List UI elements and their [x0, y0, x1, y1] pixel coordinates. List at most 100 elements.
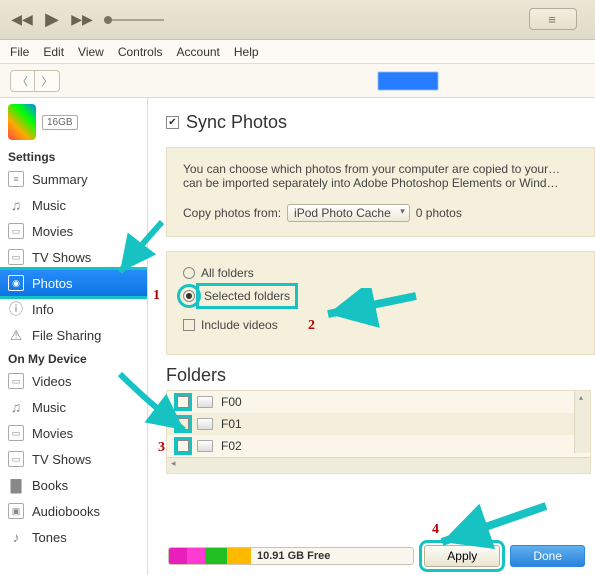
sidebar-item-filesharing[interactable]: ⚠ File Sharing — [0, 322, 147, 348]
storage-segment — [169, 548, 187, 564]
info-icon: ⓘ — [8, 301, 24, 317]
music-icon: ♫ — [8, 197, 24, 213]
nav-back-button[interactable]: 〈 — [11, 71, 35, 91]
prev-track-button[interactable]: ◀◀ — [12, 10, 32, 30]
sidebar-item-info[interactable]: ⓘ Info — [0, 296, 147, 322]
sidebar-heading-device: On My Device — [0, 348, 147, 368]
device-name-redacted — [378, 72, 438, 90]
nav-forward-button[interactable]: 〉 — [35, 71, 59, 91]
sidebar-item-movies[interactable]: ▭ Movies — [0, 218, 147, 244]
folder-checkbox[interactable] — [177, 418, 189, 430]
device-icon — [8, 104, 36, 140]
vertical-scrollbar[interactable] — [574, 391, 590, 453]
music-icon: ♫ — [8, 399, 24, 415]
radio-all-folders[interactable] — [183, 267, 195, 279]
folder-icon — [197, 418, 213, 430]
menu-file[interactable]: File — [10, 45, 29, 59]
storage-free-label: 10.91 GB Free — [251, 550, 336, 562]
filesharing-icon: ⚠ — [8, 327, 24, 343]
sidebar-item-audiobooks[interactable]: ▣ Audiobooks — [0, 498, 147, 524]
sidebar-item-photos[interactable]: ◉ Photos — [0, 270, 147, 296]
folder-checkbox[interactable] — [177, 396, 189, 408]
sidebar-item-label: Books — [32, 478, 68, 493]
videos-icon: ▭ — [8, 373, 24, 389]
sidebar-item-label: Music — [32, 198, 66, 213]
annotation-4: 4 — [432, 522, 439, 538]
sidebar-item-label: Info — [32, 302, 54, 317]
description-panel: You can choose which photos from your co… — [166, 147, 595, 237]
sidebar-item-label: Videos — [32, 374, 72, 389]
folder-checkbox[interactable] — [177, 440, 189, 452]
sidebar-item-label: Tones — [32, 530, 67, 545]
annotation-2: 2 — [308, 318, 315, 334]
sidebar-item-label: Audiobooks — [32, 504, 100, 519]
next-track-button[interactable]: ▶▶ — [72, 10, 92, 30]
storage-segment — [205, 548, 227, 564]
summary-icon: ≡ — [8, 171, 24, 187]
sidebar-item-d-music[interactable]: ♫ Music — [0, 394, 147, 420]
sidebar-item-label: Movies — [32, 224, 73, 239]
audiobooks-icon: ▣ — [8, 503, 24, 519]
books-icon: ▇ — [8, 477, 24, 493]
folder-label: F01 — [221, 417, 242, 431]
sidebar-heading-settings: Settings — [0, 146, 147, 166]
annotation-3: 3 — [158, 440, 165, 456]
done-button[interactable]: Done — [510, 545, 585, 567]
sidebar-item-label: Music — [32, 400, 66, 415]
description-text: You can choose which photos from your co… — [183, 162, 578, 190]
movies-icon: ▭ — [8, 425, 24, 441]
sidebar-item-d-tvshows[interactable]: ▭ TV Shows — [0, 446, 147, 472]
folder-icon — [197, 440, 213, 452]
movies-icon: ▭ — [8, 223, 24, 239]
sidebar-item-label: TV Shows — [32, 250, 91, 265]
sync-photos-checkbox[interactable]: ✔ — [166, 116, 179, 129]
folder-label: F02 — [221, 439, 242, 453]
radio-all-label: All folders — [201, 266, 254, 280]
annotation-1: 1 — [153, 288, 160, 304]
menu-view[interactable]: View — [78, 45, 104, 59]
storage-bar: 10.91 GB Free — [168, 547, 414, 565]
apply-button[interactable]: Apply — [424, 545, 500, 567]
copy-from-select[interactable]: iPod Photo Cache — [287, 204, 410, 222]
tvshows-icon: ▭ — [8, 249, 24, 265]
folder-row[interactable]: F00 — [167, 391, 590, 413]
sidebar-item-tones[interactable]: ♪ Tones — [0, 524, 147, 550]
sidebar-item-tvshows[interactable]: ▭ TV Shows — [0, 244, 147, 270]
device-thumbnail: 16GB — [0, 98, 147, 146]
sidebar-item-label: Movies — [32, 426, 73, 441]
menu-account[interactable]: Account — [177, 45, 220, 59]
storage-segment — [227, 548, 251, 564]
radio-selected-label: Selected folders — [201, 288, 293, 304]
horizontal-scrollbar[interactable] — [167, 457, 590, 473]
folders-heading: Folders — [166, 365, 595, 386]
radio-selected-folders[interactable] — [183, 290, 195, 302]
capacity-badge: 16GB — [42, 115, 78, 130]
sync-photos-heading: Sync Photos — [186, 112, 287, 133]
sidebar-item-music[interactable]: ♫ Music — [0, 192, 147, 218]
sidebar-item-videos[interactable]: ▭ Videos — [0, 368, 147, 394]
view-switcher-button[interactable]: ≡ — [529, 8, 577, 30]
menu-controls[interactable]: Controls — [118, 45, 163, 59]
volume-slider[interactable] — [104, 19, 164, 21]
sidebar-item-label: TV Shows — [32, 452, 91, 467]
sidebar-item-books[interactable]: ▇ Books — [0, 472, 147, 498]
sidebar-item-label: Photos — [32, 276, 72, 291]
include-videos-label: Include videos — [201, 318, 278, 332]
include-videos-checkbox[interactable] — [183, 319, 195, 331]
sidebar-item-summary[interactable]: ≡ Summary — [0, 166, 147, 192]
menu-edit[interactable]: Edit — [43, 45, 64, 59]
sidebar-item-d-movies[interactable]: ▭ Movies — [0, 420, 147, 446]
menu-help[interactable]: Help — [234, 45, 259, 59]
photo-count: 0 photos — [416, 206, 462, 220]
play-button[interactable]: ▶ — [42, 10, 62, 30]
folder-row[interactable]: F01 — [167, 413, 590, 435]
sidebar-item-label: File Sharing — [32, 328, 101, 343]
copy-from-label: Copy photos from: — [183, 206, 281, 220]
photos-icon: ◉ — [8, 275, 24, 291]
sidebar-item-label: Summary — [32, 172, 88, 187]
tones-icon: ♪ — [8, 529, 24, 545]
folder-icon — [197, 396, 213, 408]
storage-segment — [187, 548, 205, 564]
tvshows-icon: ▭ — [8, 451, 24, 467]
folder-row[interactable]: F02 — [167, 435, 590, 457]
